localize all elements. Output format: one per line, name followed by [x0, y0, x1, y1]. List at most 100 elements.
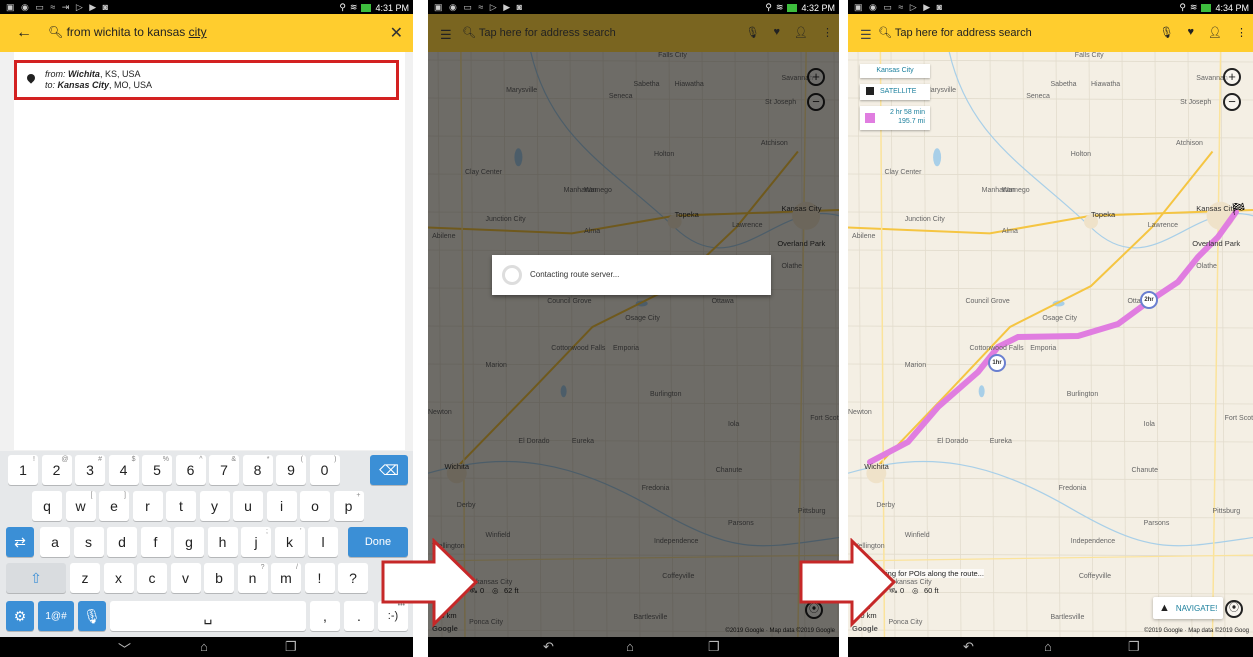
back-arrow-icon[interactable]: ← [16, 24, 32, 42]
key-row2-6[interactable]: u [233, 491, 263, 521]
key-row2-2[interactable]: e] [99, 491, 129, 521]
nav-recents-icon[interactable]: ❐ [285, 639, 297, 655]
key-row2-1[interactable]: w[ [65, 491, 96, 521]
menu-icon[interactable]: ☰ [860, 27, 872, 43]
key-row2-7[interactable]: i [266, 491, 297, 521]
key-row4-6[interactable]: m / [271, 563, 301, 593]
key-row2-8[interactable]: o [300, 491, 330, 521]
key-row4-4[interactable]: b [204, 563, 234, 593]
symbols-key[interactable]: 1@# [38, 601, 74, 631]
key-row3-2[interactable]: d [107, 527, 137, 557]
key-label: z [81, 570, 89, 586]
overflow-menu-icon[interactable]: ⋮ [822, 26, 833, 39]
zoom-in-icon[interactable]: + [1223, 68, 1241, 86]
key-secondary-label: % [162, 456, 169, 463]
satellite-image-icon [866, 87, 874, 96]
favorites-heart-icon[interactable]: ♥ [1188, 26, 1195, 39]
nav-recents-icon[interactable]: ❐ [708, 639, 720, 655]
overflow-menu-icon[interactable]: ⋮ [1236, 26, 1247, 39]
key-row2-4[interactable]: t [166, 491, 196, 521]
key-row3-5[interactable]: h [207, 527, 238, 557]
key-secondary-label: $ [131, 456, 136, 463]
map-label-parsons: Parsons [1143, 520, 1170, 527]
key-row3-0[interactable]: a [40, 527, 70, 557]
map-label-winfield: Winfield [904, 531, 930, 539]
route-suggestion-item[interactable]: from: Wichita, KS, USA to: Kansas City, … [14, 60, 399, 100]
menu-icon[interactable]: ☰ [440, 27, 452, 43]
period-key[interactable]: . [344, 601, 374, 631]
key-row1-2[interactable]: 3 # [75, 455, 105, 485]
microphone-icon[interactable]: 🎙︎ [746, 26, 760, 39]
map-view[interactable]: WichitaKansas CityTopekaLawrenceOverland… [848, 52, 1253, 637]
destination-chip[interactable]: Kansas City [860, 64, 930, 78]
satellite-toggle[interactable]: SATELLITE [860, 84, 930, 100]
microphone-key[interactable]: 🎙︎ [78, 601, 106, 631]
comma-key[interactable]: , [310, 601, 340, 631]
navigate-button[interactable]: ▲ NAVIGATE! [1153, 597, 1224, 619]
map-label-sabetha: Sabetha [1050, 81, 1077, 89]
favorites-heart-icon[interactable]: ♥ [774, 26, 781, 39]
key-row1-3[interactable]: 4 $ [108, 455, 139, 485]
key-label: 8 [253, 462, 262, 478]
space-key[interactable]: ␣ [110, 601, 306, 631]
settings-gear-key[interactable]: ⚙ [6, 601, 34, 631]
backspace-key[interactable]: ⌫ [370, 455, 408, 485]
microphone-icon[interactable]: 🎙︎ [1160, 26, 1174, 39]
key-row3-3[interactable]: f [140, 527, 171, 557]
shift-key[interactable]: ⇧ [6, 563, 66, 593]
key-row4-0[interactable]: z [70, 563, 100, 593]
key-row2-9[interactable]: p + [333, 491, 364, 521]
key-row3-1[interactable]: s [73, 527, 104, 557]
key-row4-5[interactable]: n? [237, 563, 268, 593]
key-row1-4[interactable]: 5% [142, 455, 172, 485]
key-label: e [110, 498, 118, 514]
person-icon[interactable]: 👤︎ [1208, 26, 1222, 39]
wifi-icon: ≋ [775, 2, 784, 12]
key-row1-6[interactable]: 7 & [209, 455, 239, 485]
map-view[interactable]: WichitaKansas CityTopekaLawrenceOverland… [428, 52, 839, 637]
key-row2-0[interactable]: q [32, 491, 62, 521]
key-row1-7[interactable]: 8 * [242, 455, 273, 485]
key-label: u [244, 498, 252, 514]
map-label-marion: Marion [904, 362, 927, 370]
key-label: a [51, 534, 59, 550]
key-row1-1[interactable]: 2 @ [41, 455, 72, 485]
map-copyright: ©2019 Google · Map data ©2019 Goog [1144, 628, 1249, 634]
key-row1-0[interactable]: 1! [8, 455, 38, 485]
person-icon[interactable]: 👤︎ [794, 26, 808, 39]
key-row2-5[interactable]: y [199, 491, 230, 521]
nav-back-icon[interactable]: ↶ [963, 639, 974, 655]
zoom-out-icon[interactable]: − [1223, 93, 1241, 111]
address-search-bar[interactable]: 🔍︎ Tap here for address search [462, 26, 616, 39]
key-row4-1[interactable]: x [103, 563, 134, 593]
key-row3-6[interactable]: j; [241, 527, 271, 557]
nav-recents-icon[interactable]: ❐ [1128, 639, 1140, 655]
search-input[interactable]: 🔍︎ from wichita to kansas city [48, 25, 207, 39]
address-search-bar[interactable]: 🔍︎ Tap here for address search [878, 26, 1032, 39]
my-location-icon[interactable]: ⦿ [1225, 600, 1243, 618]
nav-back-icon[interactable]: ↶ [543, 639, 554, 655]
map-label-cottonwood-falls: Cottonwood Falls [969, 344, 1024, 352]
search-placeholder: Tap here for address search [478, 27, 616, 39]
key-row3-4[interactable]: g [174, 527, 204, 557]
nav-down-icon[interactable]: ﹀ [118, 639, 131, 657]
key-row4-7[interactable]: ! [304, 563, 335, 593]
map-label-olathe: Olathe [1196, 262, 1217, 270]
key-label: 9 [287, 462, 295, 478]
key-row4-2[interactable]: c [137, 563, 167, 593]
key-row3-7[interactable]: k ' [274, 527, 305, 557]
nav-home-icon[interactable]: ⌂ [200, 639, 208, 654]
key-row1-8[interactable]: 9( [276, 455, 306, 485]
key-row4-8[interactable]: ? [338, 563, 368, 593]
key-row1-9[interactable]: 0) [309, 455, 340, 485]
close-icon[interactable]: ✕ [390, 23, 403, 43]
key-row1-5[interactable]: 6 ^ [175, 455, 206, 485]
to-city: Kansas City [57, 80, 110, 90]
key-row4-3[interactable]: v [170, 563, 201, 593]
nav-home-icon[interactable]: ⌂ [1044, 639, 1052, 654]
nav-home-icon[interactable]: ⌂ [626, 639, 634, 654]
key-row2-3[interactable]: r [132, 491, 163, 521]
key-row3-8[interactable]: l [308, 527, 338, 557]
tab-key[interactable]: ⇄ [6, 527, 34, 557]
route-summary-card[interactable]: 2 hr 58 min 195.7 mi [860, 106, 930, 130]
